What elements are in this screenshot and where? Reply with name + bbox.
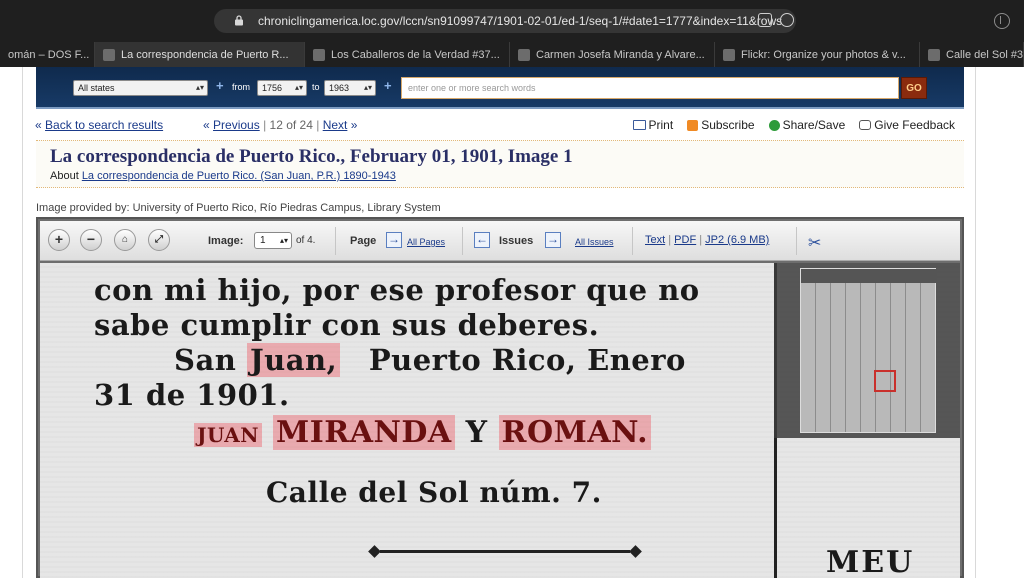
page-title: La correspondencia de Puerto Rico., Febr… [50, 146, 573, 167]
result-nav: « Back to search results « Previous | 12… [35, 118, 955, 132]
url-text: chroniclingamerica.loc.gov/lccn/sn910997… [258, 14, 783, 28]
updown-icon: ▴▾ [195, 83, 204, 92]
flickr-favicon-icon [723, 48, 735, 61]
updown-icon: ▴▾ [294, 83, 303, 92]
page-next-arrow-icon[interactable]: → [386, 232, 402, 248]
issue-prev-arrow-icon[interactable]: ← [474, 232, 490, 248]
page-tools: Print Subscribe Share/Save Give Feedback [632, 118, 955, 132]
back-to-results-link[interactable]: Back to search results [45, 118, 163, 132]
all-pages-link[interactable]: All Pages [407, 237, 445, 247]
viewport-indicator[interactable] [874, 370, 896, 392]
print-icon [632, 120, 646, 130]
image-count: of 4. [296, 235, 316, 246]
search-hit-highlight: JUAN [194, 423, 263, 447]
share-button[interactable]: Share/Save [768, 118, 845, 132]
tab-0[interactable]: omán – DOS F... [0, 42, 95, 67]
page-label: Page [350, 235, 377, 247]
about-line: About La correspondencia de Puerto Rico.… [50, 170, 396, 182]
tab-5[interactable]: Calle del Sol #3 [920, 42, 1024, 67]
rss-icon [687, 119, 699, 131]
from-year-select[interactable]: 1756 ▴▾ [257, 80, 307, 96]
tab-2[interactable]: Los Caballeros de la Verdad #37... [305, 42, 510, 67]
to-label: to [312, 82, 320, 92]
scan-line: Calle del Sol núm. 7. [266, 476, 602, 509]
search-hit-highlight: MIRANDA [273, 415, 455, 450]
clip-scissors-icon[interactable]: ✂ [808, 233, 821, 253]
scan-line: JUAN MIRANDA Y ROMAN. [194, 415, 652, 450]
navigator-thumbnail[interactable] [774, 263, 960, 438]
image-select[interactable]: 1 ▴▾ [254, 232, 292, 249]
next-link[interactable]: Next [323, 118, 348, 132]
ornamental-rule [380, 550, 630, 553]
d-favicon-icon [313, 48, 325, 61]
tab-4[interactable]: Flickr: Organize your photos & v... [715, 42, 920, 67]
updown-icon: ▴▾ [279, 236, 288, 245]
fullscreen-button[interactable]: ⤢ [148, 229, 170, 251]
print-button[interactable]: Print [632, 118, 673, 132]
search-input[interactable]: enter one or more search words [401, 77, 899, 99]
address-bar[interactable]: chroniclingamerica.loc.gov/lccn/sn910997… [214, 9, 796, 33]
provided-by: Image provided by: University of Puerto … [36, 202, 441, 214]
text-link[interactable]: Text [645, 234, 665, 246]
to-year-select[interactable]: 1963 ▴▾ [324, 80, 376, 96]
browser-chrome: chroniclingamerica.loc.gov/lccn/sn910997… [0, 0, 1024, 67]
issue-next-arrow-icon[interactable]: → [545, 232, 561, 248]
image-label: Image: [208, 235, 244, 247]
format-links: Text | PDF | JP2 (6.9 MB) [645, 234, 770, 246]
zoom-out-button[interactable]: − [80, 229, 102, 251]
search-hit-highlight: ROMAN. [498, 415, 652, 450]
issues-label: Issues [499, 235, 534, 247]
updown-icon: ▴▾ [363, 83, 372, 92]
plus-icon: + [216, 78, 224, 93]
from-label: from [232, 82, 250, 92]
previous-link[interactable]: Previous [213, 118, 260, 132]
page: All states ▴▾ + from 1756 ▴▾ to 1963 ▴▾ + e… [22, 67, 976, 578]
pdf-link[interactable]: PDF [674, 234, 696, 246]
home-button[interactable]: ⌂ [114, 229, 136, 251]
image-viewer: + − ⌂ ⤢ Image: 1 ▴▾ of 4. Page → All Page… [36, 217, 964, 578]
plus-icon: + [384, 78, 392, 93]
title-box: La correspondencia de Puerto Rico., Febr… [36, 140, 964, 188]
thumbnail-page [800, 268, 937, 433]
download-icon[interactable] [994, 13, 1010, 29]
go-button[interactable]: GO [901, 77, 927, 99]
translate-icon[interactable] [758, 13, 772, 27]
about-title-link[interactable]: La correspondencia de Puerto Rico. (San … [82, 170, 396, 182]
feedback-button[interactable]: Give Feedback [859, 118, 955, 132]
reload-icon[interactable] [780, 13, 794, 27]
scan-line: con mi hijo, por ese profesor que no [94, 273, 700, 307]
star-favicon-icon [518, 48, 530, 61]
tab-1[interactable]: La correspondencia de Puerto R... [95, 42, 305, 67]
tab-strip: omán – DOS F... La correspondencia de Pu… [0, 42, 1024, 67]
loc-favicon-icon [103, 48, 115, 61]
speech-bubble-icon [859, 120, 872, 130]
scan-line: sabe cumplir con sus deberes. [94, 308, 600, 342]
share-icon [768, 119, 780, 131]
scan-line: 31 de 1901. [94, 378, 290, 412]
flickr-favicon-icon [928, 48, 940, 61]
scan-fragment: MEU [826, 545, 915, 578]
state-select[interactable]: All states ▴▾ [73, 80, 208, 96]
subscribe-button[interactable]: Subscribe [687, 118, 755, 132]
all-issues-link[interactable]: All Issues [575, 237, 614, 247]
newspaper-scan[interactable]: con mi hijo, por ese profesor que no sab… [40, 263, 960, 578]
viewer-toolbar: + − ⌂ ⤢ Image: 1 ▴▾ of 4. Page → All Page… [40, 221, 960, 261]
lock-icon [235, 15, 243, 26]
search-hit-highlight: Juan, [246, 343, 341, 377]
result-position: 12 of 24 [269, 118, 313, 132]
search-bar: All states ▴▾ + from 1756 ▴▾ to 1963 ▴▾ + e… [36, 67, 964, 109]
tab-3[interactable]: Carmen Josefa Miranda y Alvare... [510, 42, 715, 67]
scan-line: San Juan, Puerto Rico, Enero [174, 343, 686, 377]
jp2-link[interactable]: JP2 (6.9 MB) [705, 234, 769, 246]
zoom-in-button[interactable]: + [48, 229, 70, 251]
